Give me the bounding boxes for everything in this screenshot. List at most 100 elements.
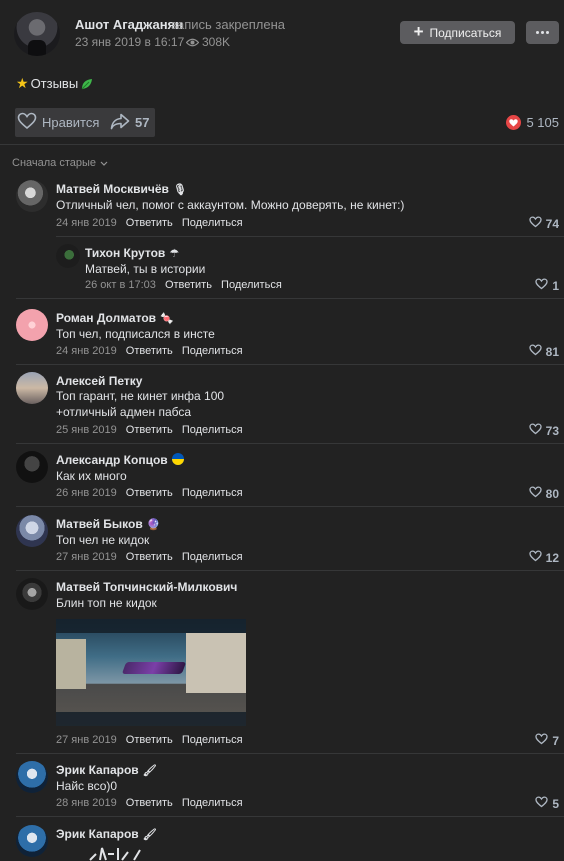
comment-text: Топ чел не кидок	[56, 533, 150, 547]
share-link[interactable]: Поделиться	[182, 487, 243, 499]
comment-text-line: Топ гарант, не кинет инфа 100	[56, 389, 225, 403]
star-icon: ★	[16, 75, 29, 91]
commenter-name[interactable]: Эрик Капаров 🖌	[56, 827, 157, 841]
comment-like-button[interactable]: 1	[535, 278, 559, 293]
commenter-avatar[interactable]	[16, 451, 48, 483]
heart-outline-icon	[17, 112, 37, 133]
comment-likes: 5	[552, 796, 559, 811]
comment-text-line: +отличный адмен пабса	[56, 405, 192, 419]
comment-meta: 26 янв 2019 Ответить Поделиться	[56, 487, 243, 499]
reply-link[interactable]: Ответить	[126, 487, 173, 499]
reply-link[interactable]: Ответить	[165, 279, 212, 291]
commenter-avatar[interactable]	[16, 578, 48, 610]
reactions-summary[interactable]: 5 105	[506, 115, 559, 130]
comment-meta: 27 янв 2019 Ответить Поделиться	[56, 551, 243, 563]
share-arrow-icon	[110, 113, 130, 133]
commenter-name[interactable]: Алексей Петку	[56, 374, 142, 388]
reply-link[interactable]: Ответить	[126, 734, 173, 746]
commenter-avatar[interactable]	[56, 244, 80, 268]
share-link[interactable]: Поделиться	[182, 424, 243, 436]
comment-date[interactable]: 28 янв 2019	[56, 797, 117, 809]
candy-icon: 🍬	[160, 313, 174, 325]
sort-dropdown[interactable]: Сначала старые	[12, 157, 108, 169]
share-link[interactable]: Поделиться	[221, 279, 282, 291]
like-label: Нравится	[42, 115, 100, 130]
comment-date[interactable]: 25 янв 2019	[56, 424, 117, 436]
divider	[16, 570, 564, 571]
comment-likes: 1	[552, 278, 559, 293]
comment-date[interactable]: 27 янв 2019	[56, 551, 117, 563]
reply-link[interactable]: Ответить	[126, 345, 173, 357]
chevron-down-icon	[100, 157, 108, 169]
comment-date[interactable]: 26 окт в 17:03	[85, 279, 156, 291]
share-link[interactable]: Поделиться	[182, 734, 243, 746]
divider	[16, 506, 564, 507]
commenter-name[interactable]: Тихон Крутов ☂	[85, 246, 179, 260]
heart-outline-icon	[535, 733, 548, 748]
comment-like-button[interactable]: 73	[528, 423, 559, 438]
commenter-avatar[interactable]	[16, 180, 48, 212]
divider	[56, 236, 564, 237]
reply-link[interactable]: Ответить	[126, 551, 173, 563]
like-button[interactable]: Нравится	[17, 108, 99, 137]
share-link[interactable]: Поделиться	[182, 345, 243, 357]
divider	[16, 364, 564, 365]
share-link[interactable]: Поделиться	[182, 797, 243, 809]
comment-meta: 27 янв 2019 Ответить Поделиться	[56, 734, 243, 746]
comment-date[interactable]: 24 янв 2019	[56, 345, 117, 357]
comment-like-button[interactable]: 12	[528, 550, 559, 565]
more-dots-icon	[536, 31, 539, 34]
umbrella-icon: ☂	[169, 248, 180, 260]
comment-like-button[interactable]: 80	[528, 486, 559, 501]
commenter-avatar[interactable]	[16, 515, 48, 547]
commenter-name[interactable]: Матвей Быков 🔮	[56, 517, 160, 531]
commenter-name[interactable]: Роман Долматов 🍬	[56, 311, 174, 325]
commenter-avatar[interactable]	[16, 761, 48, 793]
crystal-ball-icon: 🔮	[146, 519, 161, 531]
reply-link[interactable]: Ответить	[126, 217, 173, 229]
commenter-name[interactable]: Матвей Топчинский-Милкович	[56, 580, 237, 594]
plus-icon: +	[413, 22, 424, 41]
reply-link[interactable]: Ответить	[126, 424, 173, 436]
comment-like-button[interactable]: 5	[535, 796, 559, 811]
author-name[interactable]: Ашот Агаджанян	[75, 17, 183, 32]
share-link[interactable]: Поделиться	[182, 551, 243, 563]
eye-icon	[186, 38, 199, 47]
comment-likes: 12	[545, 550, 559, 565]
commenter-avatar[interactable]	[16, 825, 48, 857]
comment-date[interactable]: 24 янв 2019	[56, 217, 117, 229]
pinned-note: запись закреплена	[171, 17, 285, 32]
comment-meta: 24 янв 2019 Ответить Поделиться	[56, 217, 243, 229]
comment-like-button[interactable]: 7	[535, 733, 559, 748]
post-date[interactable]: 23 янв 2019 в 16:17	[75, 35, 184, 49]
divider	[16, 753, 564, 754]
heart-outline-icon	[535, 278, 548, 293]
sort-label: Сначала старые	[12, 157, 97, 169]
heart-outline-icon	[528, 486, 542, 501]
subscribe-button[interactable]: + Подписаться	[400, 21, 515, 44]
comment-meta: 26 окт в 17:03 Ответить Поделиться	[85, 279, 282, 291]
commenter-name[interactable]: Матвей Москвичёв 🎙	[56, 182, 187, 196]
commenter-avatar[interactable]	[16, 372, 48, 404]
comment-meta: 24 янв 2019 Ответить Поделиться	[56, 345, 243, 357]
commenter-name[interactable]: Александр Копцов	[56, 453, 184, 467]
commenter-name[interactable]: Эрик Капаров 🖌	[56, 763, 157, 777]
comment-like-button[interactable]: 74	[528, 216, 559, 231]
more-options-button[interactable]	[526, 21, 559, 44]
author-avatar[interactable]	[14, 12, 60, 56]
comment-like-button[interactable]: 81	[528, 344, 559, 359]
comment-meta: 25 янв 2019 Ответить Поделиться	[56, 424, 243, 436]
comment-date[interactable]: 26 янв 2019	[56, 487, 117, 499]
commenter-avatar[interactable]	[16, 309, 48, 341]
paintbrush-icon: 🖌	[142, 765, 157, 777]
reply-link[interactable]: Ответить	[126, 797, 173, 809]
ukraine-flag-icon	[171, 453, 184, 467]
paintbrush-icon: 🖌	[142, 829, 157, 841]
heart-reaction-icon	[506, 115, 522, 130]
attached-game-screenshot[interactable]	[56, 619, 246, 726]
comment-date[interactable]: 27 янв 2019	[56, 734, 117, 746]
share-link[interactable]: Поделиться	[182, 217, 243, 229]
post-text-value: Отзывы	[30, 76, 79, 91]
share-button[interactable]: 57	[110, 108, 149, 137]
sticker-preview	[89, 847, 141, 861]
